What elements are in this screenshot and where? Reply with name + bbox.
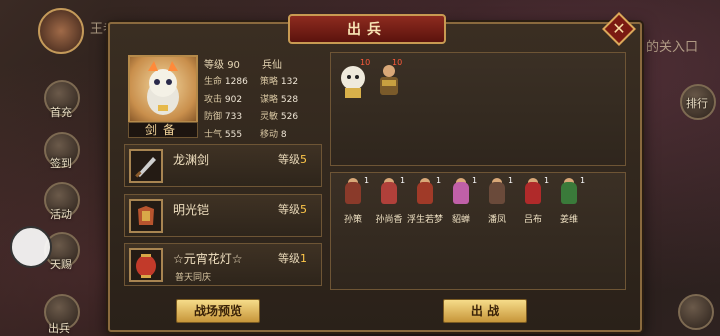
side-label-recharge: 首充	[50, 106, 72, 119]
side-label-gift: 天赐	[50, 258, 72, 271]
side-label-signin: 签到	[50, 157, 72, 170]
stat-attack: 攻击 902	[204, 95, 243, 105]
equip-subtitle: 普天同庆	[175, 273, 212, 283]
deployed-unit[interactable]	[336, 62, 370, 100]
equip-name: 龙渊剑	[173, 153, 210, 167]
sword-icon	[129, 149, 163, 183]
stat-agility: 灵敏 526	[260, 112, 299, 122]
reserve-unit[interactable]	[412, 178, 438, 208]
stat-hp: 生命 1286	[204, 77, 248, 87]
reserve-unit-count: 1	[472, 176, 478, 185]
hero-class: 兵仙	[262, 60, 282, 71]
stat-defense: 防御 733	[204, 112, 243, 122]
hero-name: 剑备	[128, 122, 198, 138]
hero-level-label: 等级 90	[204, 60, 240, 71]
equip-level: 等级5	[278, 203, 307, 216]
reserve-unit[interactable]	[376, 178, 402, 208]
reserve-unit-count: 1	[364, 176, 370, 185]
reserve-unit-count: 1	[508, 176, 514, 185]
reserve-unit-count: 1	[580, 176, 586, 185]
battlefield-preview-button[interactable]: 战场预览	[176, 299, 260, 323]
equip-name: 明光铠	[173, 203, 210, 217]
equip-name: ☆元宵花灯☆	[173, 252, 243, 266]
floating-assist-icon[interactable]	[10, 226, 52, 268]
deployed-unit-count: 10	[392, 58, 403, 67]
equip-level: 等级1	[278, 252, 307, 265]
deployed-unit-count: 10	[360, 58, 371, 67]
dialog-title: 出兵	[347, 22, 387, 38]
stat-strategy: 策略 132	[260, 77, 299, 87]
hero-figure-icon	[147, 61, 179, 115]
stat-morale: 士气 555	[204, 130, 243, 140]
deploy-button[interactable]: 出 战	[443, 299, 527, 323]
reserve-unit[interactable]	[520, 178, 546, 208]
equip-slot-accessory[interactable]: ☆元宵花灯☆ 等级1 普天同庆	[124, 243, 322, 286]
armor-icon	[129, 199, 163, 233]
reserve-unit[interactable]	[484, 178, 510, 208]
reserve-unit-count: 1	[400, 176, 406, 185]
stat-move: 移动 8	[260, 130, 287, 140]
reserve-unit-count: 1	[544, 176, 550, 185]
hero-portrait[interactable]	[128, 55, 198, 123]
equip-slot-weapon[interactable]: 龙渊剑 等级5	[124, 144, 322, 187]
close-icon[interactable]: ✕	[611, 17, 627, 41]
player-avatar[interactable]	[38, 8, 84, 54]
reserve-unit[interactable]	[448, 178, 474, 208]
lantern-icon	[129, 248, 163, 282]
ranking-label: 排行	[686, 97, 708, 110]
reserve-unit[interactable]	[340, 178, 366, 208]
stat-tactics: 谋略 528	[260, 95, 299, 105]
reserve-unit-count: 1	[436, 176, 442, 185]
deployed-unit[interactable]	[372, 62, 406, 100]
side-label-activity: 活动	[50, 208, 72, 221]
reserve-unit-name: 姜维	[559, 215, 578, 225]
reserve-unit[interactable]	[556, 178, 582, 208]
equip-level: 等级5	[278, 153, 307, 166]
side-label-deploy: 出兵	[48, 322, 70, 335]
dungeon-entry-label[interactable]: 的关入口	[646, 36, 698, 55]
dialog-title-bar: 出兵	[288, 14, 446, 44]
equip-slot-armor[interactable]: 明光铠 等级5	[124, 194, 322, 237]
menu-button[interactable]	[678, 294, 714, 330]
